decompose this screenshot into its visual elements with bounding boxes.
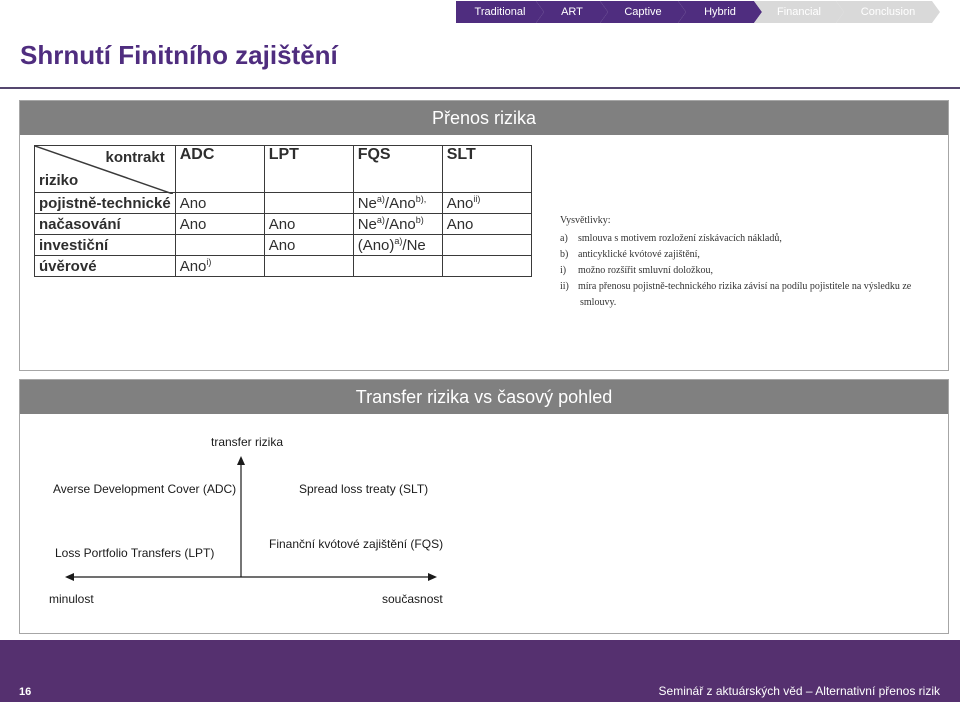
panel-title: Přenos rizika [20, 101, 948, 135]
nav-step-financial[interactable]: Financial [754, 1, 844, 23]
legend-text: smlouva s motivem rozložení získávacích … [578, 233, 782, 244]
row-label: úvěrové [34, 255, 176, 277]
column-header-slt: SLT [441, 145, 532, 193]
column-header-lpt: LPT [263, 145, 354, 193]
table-cell: Ano [174, 213, 265, 235]
table-corner-cell: kontrakt riziko [34, 145, 176, 194]
column-header-fqs: FQS [352, 145, 443, 193]
section-nav: Traditional ART Captive Hybrid Financial… [456, 1, 940, 23]
nav-step-captive[interactable]: Captive [600, 1, 686, 23]
nav-step-traditional[interactable]: Traditional [456, 1, 544, 23]
legend-text: anticyklické kvótové zajištění, [578, 249, 700, 260]
row-label: pojistně-technické [34, 192, 176, 214]
table-cell: (Ano)a)/Ne [352, 234, 443, 256]
table-cell: Ano [263, 213, 354, 235]
table-cell [174, 234, 265, 256]
nav-step-label: Hybrid [704, 6, 736, 18]
x-axis-left-arrowhead [65, 573, 74, 581]
table-cell: Anoi) [174, 255, 265, 277]
legend-item: i) možno rozšířit smluvní doložkou, [560, 263, 928, 279]
cell-text: /Ano [384, 216, 416, 233]
corner-label-risk: riziko [39, 172, 79, 189]
cell-text: /Ne [402, 237, 426, 254]
legend-item: a) smlouva s motivem rozložení získávacíc… [560, 231, 928, 247]
x-axis-right-label: současnost [382, 592, 443, 606]
table-cell: Nea)/Anob), [352, 192, 443, 214]
page-number: 16 [19, 686, 32, 698]
nav-step-art[interactable]: ART [536, 1, 608, 23]
x-axis-right-arrowhead [428, 573, 437, 581]
item-slt-label: Spread loss treaty (SLT) [299, 482, 429, 496]
risk-transfer-table: kontrakt riziko ADC LPT FQS SLT pojistně… [34, 145, 532, 277]
item-adc-label: Averse Development Cover (ADC) [53, 482, 237, 496]
corner-label-contract: kontrakt [105, 149, 165, 166]
nav-step-label: Financial [776, 6, 822, 18]
cell-text: Ne [357, 216, 377, 233]
table-legend: Vysvětlivky: a) smlouva s motivem rozlože… [560, 213, 928, 311]
table-cell: Ano [441, 213, 532, 235]
nav-step-label: Captive [624, 6, 662, 18]
footer-bar: 16 Seminář z aktuárských věd – Alternati… [0, 640, 960, 702]
transfer-time-panel: Transfer rizika vs časový pohled transfe… [19, 379, 949, 634]
legend-mark: b) [560, 249, 569, 260]
row-label: investiční [34, 234, 176, 256]
item-lpt-label: Loss Portfolio Transfers (LPT) [55, 546, 215, 560]
y-axis-arrowhead [237, 456, 245, 465]
table-cell: Ano [263, 234, 354, 256]
table-cell [263, 192, 354, 214]
risk-transfer-panel: Přenos rizika kontrakt riziko ADC LPT FQ… [19, 100, 949, 371]
table-cell [263, 255, 354, 277]
nav-step-label: ART [561, 6, 583, 18]
cell-text: /Ano [384, 195, 416, 212]
legend-text: míra přenosu pojistně-technického rizika… [578, 281, 912, 292]
cell-text: Ne [357, 195, 377, 212]
cell-text: Ano [179, 258, 207, 275]
nav-step-hybrid[interactable]: Hybrid [678, 1, 762, 23]
transfer-axes [65, 456, 437, 581]
cell-text: Ano [446, 195, 474, 212]
x-axis-left-label: minulost [49, 592, 94, 606]
row-label: načasování [34, 213, 176, 235]
table-row: investiční Ano (Ano)a)/Ne [34, 234, 532, 256]
cell-footnote: b) [415, 215, 424, 225]
table-cell: Ano [174, 192, 265, 214]
slide-title: Shrnutí Finitního zajištění [20, 40, 338, 70]
y-axis-label: transfer rizika [211, 435, 284, 449]
table-row: pojistně-technické Ano Nea)/Anob), Anoii… [34, 192, 532, 214]
table-cell: Anoii) [441, 192, 532, 214]
legend-item: ii) míra přenosu pojistně-technického riz… [560, 279, 928, 295]
nav-step-label: Traditional [474, 6, 526, 18]
footer-caption: Seminář z aktuárských věd – Alternativní… [658, 684, 940, 698]
legend-mark: i) [560, 265, 567, 276]
cell-footnote: i) [206, 257, 212, 267]
nav-step-conclusion[interactable]: Conclusion [836, 1, 940, 23]
nav-step-label: Conclusion [860, 6, 916, 18]
table-cell: Nea)/Anob) [352, 213, 443, 235]
title-divider [0, 87, 960, 89]
table-row: načasování Ano Ano Nea)/Anob) Ano [34, 213, 532, 235]
item-fqs-label: Finanční kvótové zajištění (FQS) [269, 537, 444, 551]
cell-footnote: b), [415, 194, 427, 204]
table-cell [441, 255, 532, 277]
legend-item: b) anticyklické kvótové zajištění, [560, 247, 928, 263]
legend-mark: ii) [560, 281, 569, 292]
cell-text: (Ano) [357, 237, 395, 254]
table-cell [352, 255, 443, 277]
table-cell [441, 234, 532, 256]
legend-mark: a) [560, 233, 568, 244]
legend-continuation: smlouvy. [580, 297, 617, 308]
legend-heading: Vysvětlivky: [560, 215, 611, 226]
table-row: úvěrové Anoi) [34, 255, 532, 277]
cell-footnote: a) [376, 215, 385, 225]
table-header-row: kontrakt riziko ADC LPT FQS SLT [34, 145, 532, 194]
column-header-adc: ADC [174, 145, 265, 193]
cell-footnote: ii) [473, 194, 481, 204]
cell-footnote: a) [376, 194, 385, 204]
legend-text: možno rozšířit smluvní doložkou, [578, 265, 713, 276]
